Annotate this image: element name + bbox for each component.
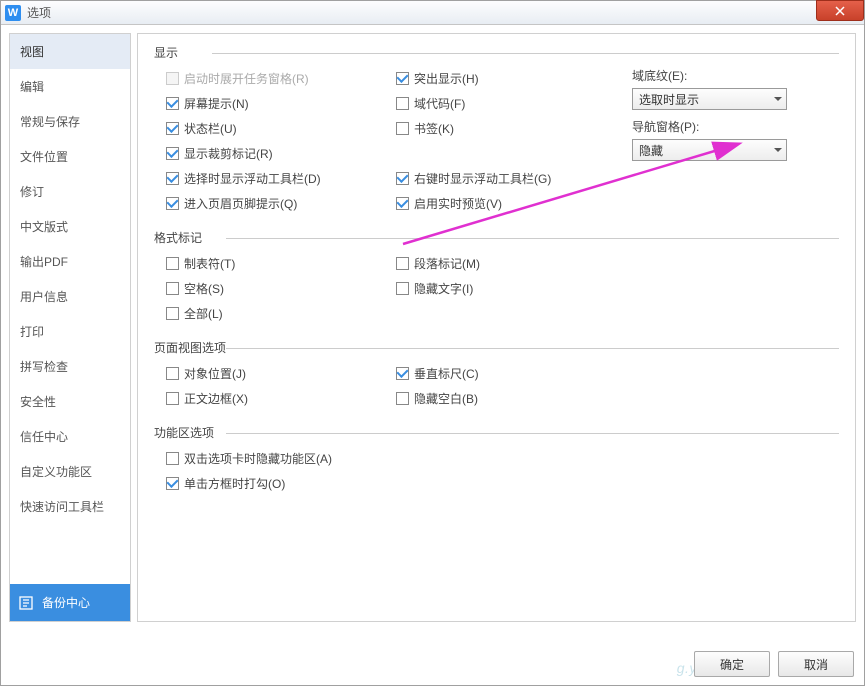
opt-field-codes[interactable]: 域代码(F) — [396, 92, 626, 115]
section-title-page-view: 页面视图选项 — [154, 339, 839, 356]
opt-click-check[interactable]: 单击方框时打勾(O) — [166, 472, 839, 495]
checkbox-icon — [166, 147, 179, 160]
opt-float-toolbar-rclick[interactable]: 右键时显示浮动工具栏(G) — [396, 167, 626, 190]
window-title: 选项 — [27, 4, 51, 21]
chevron-down-icon — [774, 97, 782, 101]
checkbox-icon — [166, 197, 179, 210]
backup-center-label: 备份中心 — [42, 594, 90, 611]
sidebar-item-revision[interactable]: 修订 — [10, 174, 130, 209]
opt-spaces[interactable]: 空格(S) — [166, 277, 396, 300]
display-right-column: 域底纹(E): 选取时显示 导航窗格(P): 隐藏 — [626, 67, 839, 190]
sidebar-item-file-location[interactable]: 文件位置 — [10, 139, 130, 174]
cancel-button[interactable]: 取消 — [778, 651, 854, 677]
checkbox-icon — [396, 97, 409, 110]
nav-pane-dropdown[interactable]: 隐藏 — [632, 139, 787, 161]
opt-hide-blank[interactable]: 隐藏空白(B) — [396, 387, 626, 410]
checkbox-icon — [166, 97, 179, 110]
opt-para-marks[interactable]: 段落标记(M) — [396, 252, 626, 275]
checkbox-icon — [166, 122, 179, 135]
sidebar-item-security[interactable]: 安全性 — [10, 384, 130, 419]
checkbox-icon — [166, 172, 179, 185]
checkbox-icon — [396, 367, 409, 380]
opt-tabs[interactable]: 制表符(T) — [166, 252, 396, 275]
backup-icon — [18, 595, 34, 611]
checkbox-icon — [396, 257, 409, 270]
opt-hidden-text[interactable]: 隐藏文字(I) — [396, 277, 626, 300]
field-shading-dropdown[interactable]: 选取时显示 — [632, 88, 787, 110]
sidebar-item-print[interactable]: 打印 — [10, 314, 130, 349]
sidebar-item-chinese-layout[interactable]: 中文版式 — [10, 209, 130, 244]
sidebar: 视图 编辑 常规与保存 文件位置 修订 中文版式 输出PDF 用户信息 打印 拼… — [9, 33, 131, 622]
checkbox-icon — [396, 72, 409, 85]
section-title-ribbon: 功能区选项 — [154, 424, 839, 441]
checkbox-icon — [396, 197, 409, 210]
opt-live-preview[interactable]: 启用实时预览(V) — [396, 192, 626, 215]
sidebar-item-view[interactable]: 视图 — [10, 34, 130, 69]
checkbox-icon — [166, 367, 179, 380]
opt-vertical-ruler[interactable]: 垂直标尺(C) — [396, 362, 626, 385]
opt-text-bounds[interactable]: 正文边框(X) — [166, 387, 396, 410]
sidebar-item-custom-ribbon[interactable]: 自定义功能区 — [10, 454, 130, 489]
titlebar: W 选项 — [1, 1, 864, 25]
opt-header-footer-hint[interactable]: 进入页眉页脚提示(Q) — [166, 192, 396, 215]
sidebar-item-output-pdf[interactable]: 输出PDF — [10, 244, 130, 279]
sidebar-item-edit[interactable]: 编辑 — [10, 69, 130, 104]
section-title-display: 显示 — [154, 44, 839, 61]
checkbox-icon — [166, 257, 179, 270]
sidebar-item-user-info[interactable]: 用户信息 — [10, 279, 130, 314]
backup-center-button[interactable]: 备份中心 — [10, 584, 130, 621]
opt-object-pos[interactable]: 对象位置(J) — [166, 362, 396, 385]
field-shading-label: 域底纹(E): — [632, 67, 839, 84]
opt-dblclick-hide-ribbon[interactable]: 双击选项卡时隐藏功能区(A) — [166, 447, 839, 470]
chevron-down-icon — [774, 148, 782, 152]
app-logo: W — [5, 5, 21, 21]
opt-startup-taskpane: 启动时展开任务窗格(R) — [166, 67, 396, 90]
opt-all[interactable]: 全部(L) — [166, 302, 396, 325]
opt-screen-tip[interactable]: 屏幕提示(N) — [166, 92, 396, 115]
checkbox-icon — [166, 72, 179, 85]
opt-highlight[interactable]: 突出显示(H) — [396, 67, 626, 90]
sidebar-item-spellcheck[interactable]: 拼写检查 — [10, 349, 130, 384]
sidebar-item-general-save[interactable]: 常规与保存 — [10, 104, 130, 139]
opt-status-bar[interactable]: 状态栏(U) — [166, 117, 396, 140]
close-icon — [835, 6, 845, 16]
checkbox-icon — [396, 282, 409, 295]
checkbox-icon — [166, 282, 179, 295]
checkbox-icon — [166, 452, 179, 465]
sidebar-item-trust-center[interactable]: 信任中心 — [10, 419, 130, 454]
opt-crop-marks[interactable]: 显示裁剪标记(R) — [166, 142, 396, 165]
ok-button[interactable]: 确定 — [694, 651, 770, 677]
nav-pane-label: 导航窗格(P): — [632, 118, 839, 135]
checkbox-icon — [166, 477, 179, 490]
section-title-format-marks: 格式标记 — [154, 229, 839, 246]
opt-float-toolbar-select[interactable]: 选择时显示浮动工具栏(D) — [166, 167, 396, 190]
main-panel: 显示 启动时展开任务窗格(R) 突出显示(H) 域底纹(E): 选取时显示 导航… — [137, 33, 856, 622]
checkbox-icon — [396, 172, 409, 185]
sidebar-item-quick-access[interactable]: 快速访问工具栏 — [10, 489, 130, 524]
checkbox-icon — [396, 392, 409, 405]
checkbox-icon — [396, 122, 409, 135]
close-button[interactable] — [816, 0, 864, 21]
opt-bookmarks[interactable]: 书签(K) — [396, 117, 626, 140]
checkbox-icon — [166, 392, 179, 405]
checkbox-icon — [166, 307, 179, 320]
